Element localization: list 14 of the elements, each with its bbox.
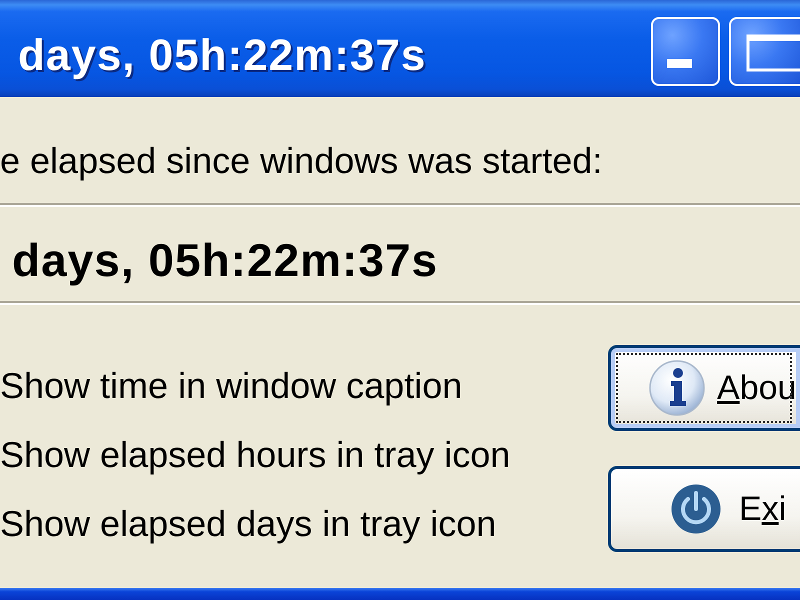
window-title: days, 05h:22m:37s [18,30,428,80]
power-icon [671,484,721,534]
option-label[interactable]: Show time in window caption [0,366,462,406]
minimize-icon [667,59,692,68]
minimize-button[interactable] [651,17,720,86]
option-label[interactable]: Show elapsed hours in tray icon [0,435,510,475]
uptime-label: e elapsed since windows was started: [0,141,602,181]
option-label[interactable]: Show elapsed days in tray icon [0,504,496,544]
about-button[interactable]: Abou [608,345,800,431]
info-icon [649,360,705,416]
exit-button[interactable]: Exi [608,466,800,552]
maximize-button[interactable] [729,17,800,86]
maximize-icon [745,33,800,73]
uptime-value: days, 05h:22m:37s [11,235,438,285]
